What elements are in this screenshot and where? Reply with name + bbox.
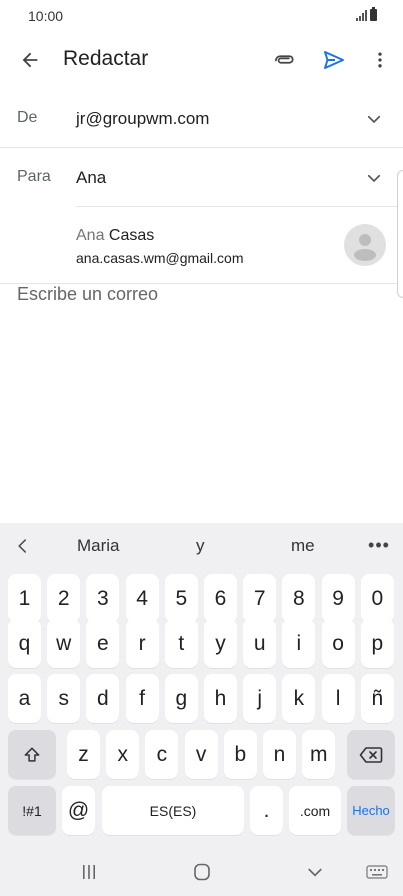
key[interactable]: 8 — [282, 574, 316, 623]
more-vert-icon — [378, 52, 382, 68]
to-field[interactable]: Para Ana — [0, 148, 403, 206]
navigation-bar — [0, 848, 403, 896]
status-bar: 10:00 — [0, 0, 403, 32]
key[interactable]: 7 — [243, 574, 277, 623]
body-input[interactable]: Escribe un correo — [17, 284, 387, 308]
key[interactable]: w — [47, 619, 81, 668]
key[interactable]: s — [47, 674, 81, 723]
person-icon — [354, 234, 376, 261]
to-input[interactable]: Ana — [76, 168, 106, 188]
key[interactable]: c — [145, 730, 179, 779]
from-value: jr@groupwm.com — [76, 109, 210, 128]
signal-icon — [356, 10, 367, 21]
key[interactable]: 1 — [8, 574, 41, 623]
battery-icon — [370, 7, 377, 21]
key[interactable]: k — [282, 674, 316, 723]
keyboard-collapse-button[interactable] — [10, 533, 36, 559]
key[interactable]: g — [164, 674, 198, 723]
key[interactable]: n — [263, 730, 296, 779]
suggestion-name-match: Ana — [76, 227, 105, 244]
chevron-left-icon — [18, 539, 26, 553]
more-options-button[interactable] — [364, 44, 396, 76]
key[interactable]: r — [125, 619, 159, 668]
period-key[interactable]: . — [250, 786, 283, 835]
key[interactable]: 6 — [204, 574, 237, 623]
status-icons — [356, 7, 377, 21]
to-label: Para — [17, 168, 51, 185]
key[interactable]: m — [302, 730, 336, 779]
key[interactable]: o — [321, 619, 355, 668]
send-icon — [324, 51, 344, 69]
key[interactable]: y — [204, 619, 237, 668]
chevron-down-icon — [308, 868, 322, 877]
keyboard-suggestion[interactable]: y — [196, 536, 205, 556]
status-time: 10:00 — [28, 8, 64, 24]
from-field[interactable]: De jr@groupwm.com — [0, 89, 403, 147]
key[interactable]: v — [184, 730, 218, 779]
key[interactable]: i — [282, 619, 316, 668]
scroll-handle[interactable] — [397, 170, 403, 298]
key[interactable]: z — [67, 730, 100, 779]
key[interactable]: f — [125, 674, 159, 723]
key[interactable]: 2 — [47, 574, 81, 623]
key[interactable]: 9 — [321, 574, 355, 623]
key[interactable]: q — [8, 619, 41, 668]
shift-icon — [24, 747, 40, 762]
key[interactable]: l — [321, 674, 355, 723]
keyboard-suggestion[interactable]: me — [291, 536, 315, 556]
done-key[interactable]: Hecho — [347, 786, 395, 835]
space-key[interactable]: ES(ES) — [102, 786, 244, 835]
keyboard-more-button[interactable]: ••• — [366, 534, 392, 556]
at-key[interactable]: @ — [62, 786, 95, 835]
suggestion-name: Ana Casas — [76, 227, 154, 245]
symbols-key[interactable]: !#1 — [8, 786, 56, 835]
paperclip-icon — [275, 55, 294, 64]
keyboard: Maria y me ••• 1234567890qwertyuiopasdfg… — [0, 523, 403, 896]
keyboard-switch-button[interactable] — [362, 860, 392, 884]
home-button[interactable] — [187, 860, 217, 884]
key[interactable]: 3 — [86, 574, 120, 623]
keyboard-suggestion-bar: Maria y me ••• — [0, 523, 403, 567]
key[interactable]: 0 — [360, 574, 394, 623]
keyboard-icon — [366, 865, 388, 879]
app-bar: Redactar — [0, 32, 403, 88]
keyboard-suggestion[interactable]: Maria — [77, 536, 120, 556]
shift-key[interactable] — [8, 730, 56, 779]
to-expand-button[interactable] — [362, 166, 386, 190]
key[interactable]: d — [86, 674, 120, 723]
from-label: De — [17, 109, 38, 126]
key[interactable]: j — [243, 674, 277, 723]
chevron-down-icon — [367, 115, 381, 124]
send-button[interactable] — [318, 44, 350, 76]
recents-icon — [83, 865, 95, 879]
key[interactable]: e — [86, 619, 120, 668]
key[interactable]: u — [243, 619, 277, 668]
suggestion-name-rest: Casas — [104, 227, 155, 244]
from-expand-button[interactable] — [362, 107, 386, 131]
key[interactable]: ñ — [360, 674, 394, 723]
back-nav-button[interactable] — [300, 860, 330, 884]
key[interactable]: b — [223, 730, 257, 779]
contact-suggestion[interactable]: Ana Casas ana.casas.wm@gmail.com — [0, 207, 403, 283]
dotcom-key[interactable]: .com — [289, 786, 341, 835]
home-icon — [194, 863, 210, 881]
suggestion-email: ana.casas.wm@gmail.com — [76, 250, 244, 266]
back-button[interactable] — [14, 44, 46, 76]
recents-button[interactable] — [74, 860, 104, 884]
key[interactable]: x — [106, 730, 140, 779]
avatar — [344, 224, 386, 266]
page-title: Redactar — [63, 47, 149, 70]
attach-button[interactable] — [268, 44, 300, 76]
key[interactable]: a — [8, 674, 41, 723]
key[interactable]: 5 — [164, 574, 198, 623]
key[interactable]: 4 — [125, 574, 159, 623]
key[interactable]: t — [164, 619, 198, 668]
backspace-key[interactable] — [347, 730, 395, 779]
arrow-back-icon — [22, 52, 38, 68]
chevron-down-icon — [367, 174, 381, 183]
backspace-icon — [359, 746, 383, 763]
key[interactable]: h — [204, 674, 237, 723]
key[interactable]: p — [360, 619, 394, 668]
